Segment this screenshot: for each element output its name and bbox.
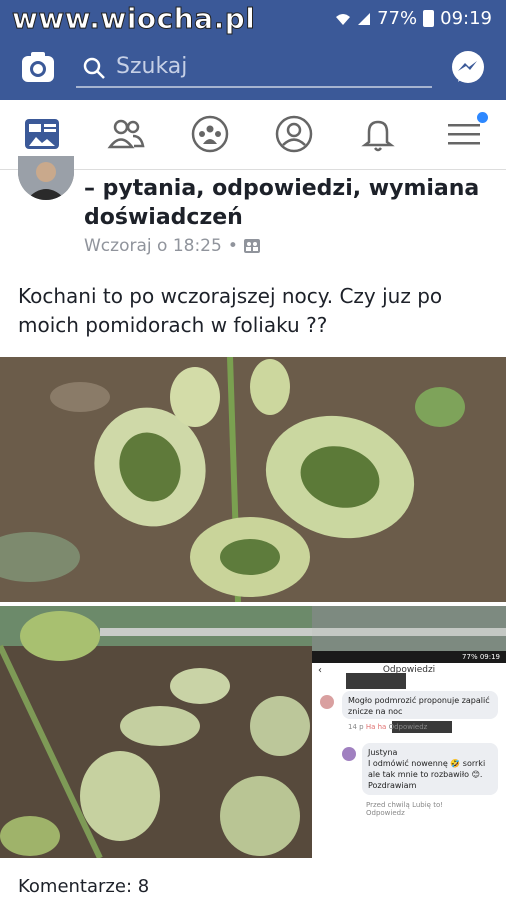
redaction-bar [346,673,406,689]
camera-icon[interactable] [20,50,56,84]
tomato-plants-image [0,606,312,858]
battery-percent: 77% [377,8,418,29]
reply2-reply: Odpowiedz [366,809,405,817]
watermark: www.wiocha.pl [11,2,256,36]
avatar-photo [18,156,74,200]
search-placeholder: Szukaj [116,54,188,79]
reply1-meta: 14 p Ha ha Odpowiedz [348,723,427,731]
group-title-line2: doświadczeń [84,205,243,230]
justyna-avatar [342,747,356,761]
friends-icon[interactable] [106,114,146,154]
reply1-bubble: Mogło podmrozić proponuje zapalić znicze… [342,691,498,719]
group-privacy-icon [243,239,260,253]
reply1-reply: Odpowiedz [388,723,428,731]
reply2-bubble: Justyna I odmówić nowennę 🤣 sorrki ale t… [362,743,498,795]
group-title[interactable]: – pytania, odpowiedzi, wymiana doświadcz… [84,174,484,232]
top-search-bar: Szukaj [0,36,506,100]
post-photo-tomato-plants[interactable] [0,606,312,858]
embedded-comment-screenshot: 77% 09:19 ‹ Odpowiedzi Mogło podmrozić p… [312,651,506,858]
battery-icon [423,10,435,27]
post-body-text: Kochani to po wczorajszej nocy. Czy juz … [18,284,443,337]
messenger-icon[interactable] [450,50,486,86]
notification-dot [477,112,488,123]
group-title-line1: – pytania, odpowiedzi, wymiana [84,176,480,201]
comments-count[interactable]: Komentarze: 8 [18,876,149,897]
status-right: 77% 09:19 [335,8,492,29]
post-photo-comment-screenshot[interactable]: 77% 09:19 ‹ Odpowiedzi Mogło podmrozić p… [312,606,506,858]
commenter-avatar [320,695,334,709]
embedded-status-bar: 77% 09:19 [312,651,506,663]
reply2-name: Justyna [368,748,398,757]
post-timestamp[interactable]: Wczoraj o 18:25 [84,236,222,256]
reply1-time: 14 p [348,723,364,731]
signal-icon [358,12,371,25]
embedded-title: Odpowiedzi [382,665,436,675]
groups-icon[interactable] [190,114,230,154]
search-input[interactable]: Szukaj [76,52,432,88]
reply1-text: Mogło podmrozić proponuje zapalić znicze… [348,696,490,716]
post-photo-tomato-leaves[interactable] [0,357,506,602]
avatar[interactable] [18,156,74,200]
reply2-meta: Przed chwilą Lubię to! Odpowiedz [366,801,502,817]
reply2-time: Przed chwilą [366,801,410,809]
search-icon [83,57,105,79]
profile-icon[interactable] [274,114,314,154]
status-bar: www.wiocha.pl 77% 09:19 [0,0,506,36]
reply2-like: Lubię to! [412,801,444,809]
post-meta: Wczoraj o 18:25 • [84,236,260,256]
wifi-icon [336,13,351,25]
notifications-icon[interactable] [358,114,398,154]
navigation-tabs [0,100,506,170]
menu-button[interactable] [444,112,488,154]
reply1-like: Ha ha [365,723,387,731]
news-feed-icon[interactable] [22,114,62,154]
meta-separator: • [227,236,238,256]
tomato-leaves-image [0,357,506,602]
reply2-text: I odmówić nowennę 🤣 sorrki ale tak mnie … [368,759,486,790]
clock: 09:19 [440,8,492,29]
garden-background-image [312,606,506,651]
